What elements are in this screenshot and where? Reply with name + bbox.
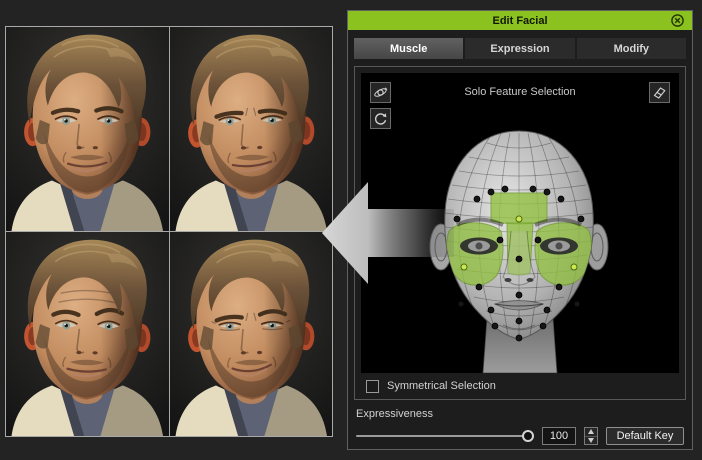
orbit-rotate-button[interactable] bbox=[370, 82, 391, 103]
tab-expression[interactable]: Expression bbox=[465, 38, 574, 59]
reset-rotation-button[interactable] bbox=[370, 108, 391, 129]
portrait-cell-4 bbox=[170, 232, 333, 436]
spinner-down-icon bbox=[588, 438, 594, 443]
portrait-cell-2 bbox=[170, 27, 333, 231]
symmetrical-label: Symmetrical Selection bbox=[387, 380, 496, 392]
eraser-icon bbox=[652, 85, 667, 100]
reset-rotation-icon bbox=[373, 111, 388, 126]
slider-handle[interactable] bbox=[522, 430, 534, 442]
default-key-button[interactable]: Default Key bbox=[606, 427, 684, 445]
expressiveness-controls: 100 Default Key bbox=[356, 427, 684, 445]
orbit-rotate-icon bbox=[373, 85, 388, 100]
portrait-render-3 bbox=[6, 232, 169, 436]
slider-groove[interactable] bbox=[356, 435, 529, 437]
viewport-caption: Solo Feature Selection bbox=[361, 86, 679, 98]
tab-modify[interactable]: Modify bbox=[577, 38, 686, 59]
portrait-cell-1 bbox=[6, 27, 169, 231]
clear-selection-button[interactable] bbox=[649, 82, 670, 103]
panel-title: Edit Facial bbox=[492, 15, 547, 27]
symmetrical-row: Symmetrical Selection bbox=[361, 373, 679, 399]
spinner-down-button[interactable] bbox=[585, 437, 597, 445]
expressiveness-value[interactable]: 100 bbox=[542, 427, 576, 445]
symmetrical-checkbox[interactable] bbox=[366, 380, 379, 393]
tab-bar: Muscle Expression Modify bbox=[354, 38, 686, 59]
portrait-render-2 bbox=[170, 27, 333, 231]
expressiveness-spinner bbox=[584, 427, 598, 445]
expression-preview-grid bbox=[5, 26, 333, 437]
portrait-render-4 bbox=[170, 232, 333, 436]
spinner-up-button[interactable] bbox=[585, 428, 597, 437]
portrait-cell-3 bbox=[6, 232, 169, 436]
tab-muscle[interactable]: Muscle bbox=[354, 38, 463, 59]
expressiveness-slider[interactable] bbox=[356, 427, 534, 445]
close-icon[interactable] bbox=[671, 14, 684, 27]
expressiveness-label: Expressiveness bbox=[356, 408, 692, 420]
transfer-arrow-icon bbox=[318, 176, 458, 290]
panel-header: Edit Facial bbox=[348, 11, 692, 30]
spinner-up-icon bbox=[588, 429, 594, 434]
portrait-render-1 bbox=[6, 27, 169, 231]
